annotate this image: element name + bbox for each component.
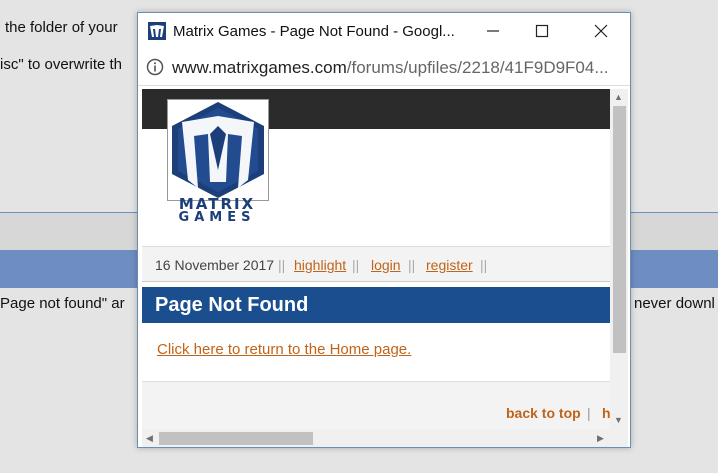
bg-text-line2: isc" to overwrite th	[0, 56, 123, 73]
matrix-games-logo[interactable]	[167, 99, 269, 201]
page-title: Page Not Found	[155, 294, 309, 316]
url-domain: www.matrixgames.com	[172, 58, 347, 77]
title-bar[interactable]: Matrix Games - Page Not Found - Googl...	[138, 13, 630, 49]
nav-separator: ||	[278, 257, 286, 273]
minimize-button[interactable]	[470, 13, 516, 49]
scroll-down-icon[interactable]: ▼	[614, 416, 623, 425]
popup-window: Matrix Games - Page Not Found - Googl...…	[137, 12, 631, 448]
footer-separator: |	[587, 405, 591, 421]
close-button[interactable]	[578, 13, 624, 49]
info-icon[interactable]	[146, 58, 164, 76]
nav-row: 16 November 2017 || highlight || login |…	[142, 247, 610, 281]
nav-link-login[interactable]: login	[371, 257, 401, 273]
nav-separator: ||	[352, 257, 360, 273]
scroll-up-icon[interactable]: ▲	[614, 93, 623, 102]
back-to-top-link[interactable]: back to top	[506, 405, 581, 421]
horizontal-scrollbar[interactable]: ◀ ▶	[142, 429, 610, 447]
nav-link-highlight[interactable]: highlight	[294, 257, 346, 273]
bg-text-line3-left: Page not found" ar	[0, 295, 125, 312]
scroll-right-icon[interactable]: ▶	[597, 434, 604, 443]
address-bar[interactable]: www.matrixgames.com/forums/upfiles/2218/…	[138, 49, 630, 86]
page-viewport: MATRIX GAMES 16 November 2017 || highlig…	[142, 89, 610, 429]
divider	[142, 281, 610, 282]
nav-separator: ||	[480, 257, 488, 273]
url-path: /forums/upfiles/2218/41F9D9F04...	[346, 58, 609, 77]
matrix-games-favicon	[148, 22, 166, 40]
window-title: Matrix Games - Page Not Found - Googl...	[173, 23, 455, 40]
bg-text-line1: the folder of your	[5, 19, 118, 36]
page-footer: back to top | h	[142, 381, 610, 429]
vertical-scrollbar[interactable]: ▲ ▼	[610, 89, 628, 429]
nav-link-register[interactable]: register	[426, 257, 473, 273]
horizontal-scroll-thumb[interactable]	[159, 432, 313, 445]
footer-link-truncated[interactable]: h	[602, 405, 610, 421]
home-page-link[interactable]: Click here to return to the Home page.	[157, 341, 411, 358]
page-heading-bar: Page Not Found	[142, 287, 610, 323]
url-text[interactable]: www.matrixgames.com/forums/upfiles/2218/…	[172, 58, 609, 78]
logo-word-matrix: MATRIX	[178, 195, 256, 213]
logo-word-games: GAMES	[178, 210, 256, 225]
scroll-left-icon[interactable]: ◀	[146, 434, 153, 443]
maximize-button[interactable]	[519, 13, 565, 49]
date-label: 16 November 2017	[155, 257, 275, 273]
bg-text-line3-right: never downl	[634, 295, 715, 312]
vertical-scroll-thumb[interactable]	[613, 106, 626, 353]
nav-separator: ||	[408, 257, 416, 273]
logo-wordmark: MATRIX GAMES	[167, 197, 267, 225]
scrollbar-corner	[610, 429, 628, 447]
